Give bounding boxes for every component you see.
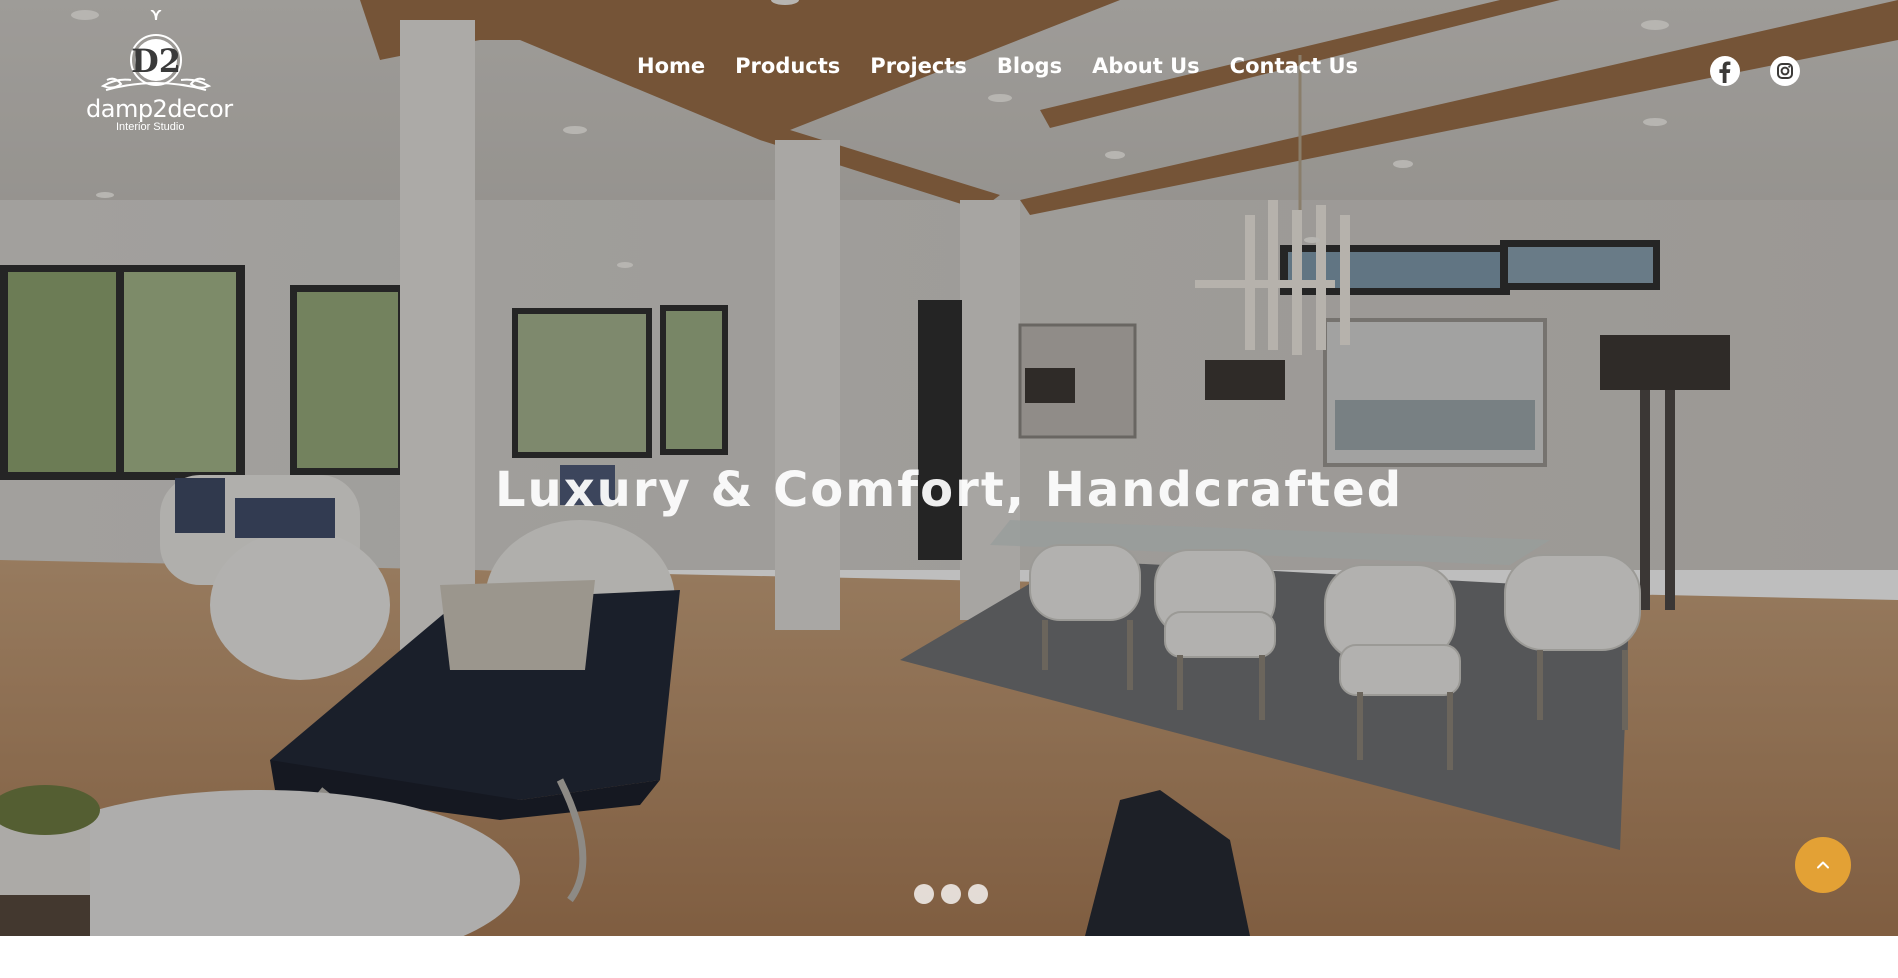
slider-pagination	[914, 884, 988, 904]
social-links	[1710, 56, 1800, 86]
nav-home[interactable]: Home	[637, 54, 705, 78]
main-navigation: Home Products Projects Blogs About Us Co…	[637, 54, 1358, 78]
nav-products[interactable]: Products	[735, 54, 840, 78]
facebook-icon[interactable]	[1710, 56, 1740, 86]
hero-slider: D2 damp2decor Interior Studio Home Produ…	[0, 0, 1898, 936]
brand-name: damp2decor	[86, 95, 233, 123]
svg-text:D2: D2	[131, 42, 181, 80]
hero-title: Luxury & Comfort, Handcrafted	[494, 462, 1404, 518]
slider-dot-2[interactable]	[941, 884, 961, 904]
nav-projects[interactable]: Projects	[870, 54, 967, 78]
brand-monogram-icon: D2	[100, 9, 212, 91]
nav-contact-us[interactable]: Contact Us	[1230, 54, 1358, 78]
nav-about-us[interactable]: About Us	[1092, 54, 1200, 78]
brand-logo[interactable]: D2 damp2decor Interior Studio	[86, 9, 233, 133]
chevron-up-icon	[1817, 861, 1829, 869]
nav-blogs[interactable]: Blogs	[997, 54, 1062, 78]
slider-dot-3[interactable]	[968, 884, 988, 904]
scroll-to-top-button[interactable]	[1795, 837, 1851, 893]
instagram-icon[interactable]	[1770, 56, 1800, 86]
slider-dot-1[interactable]	[914, 884, 934, 904]
